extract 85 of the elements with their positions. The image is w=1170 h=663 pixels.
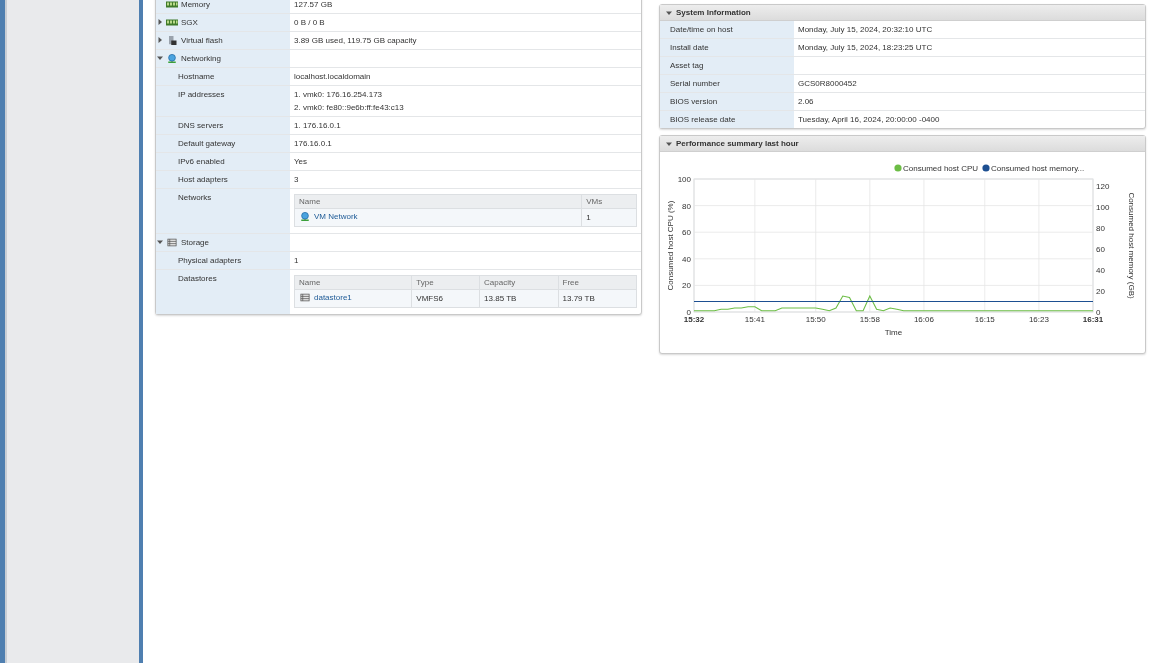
expanded-arrow-icon[interactable] bbox=[156, 55, 163, 61]
network-globe-icon bbox=[166, 54, 178, 63]
row-label: DNS servers bbox=[178, 121, 224, 130]
axis-tick-label: 120 bbox=[1096, 182, 1110, 192]
axis-title: Time bbox=[884, 328, 903, 337]
axis-tick-label: 60 bbox=[682, 228, 691, 238]
memory-module-icon bbox=[166, 18, 178, 27]
row-label: Asset tag bbox=[670, 61, 704, 70]
row-value: 1. 176.16.0.1 bbox=[294, 121, 341, 130]
row-label: Hostname bbox=[178, 72, 215, 81]
axis-tick-label: 100 bbox=[677, 175, 691, 184]
row-label: IPv6 enabled bbox=[178, 157, 225, 166]
axis-tick-label: 16:06 bbox=[913, 315, 934, 324]
row-label: Networks bbox=[178, 193, 212, 202]
row-value: Monday, July 15, 2024, 18:23:25 UTC bbox=[798, 43, 933, 52]
axis-tick-label: 15:58 bbox=[859, 315, 880, 324]
row-value: 1 bbox=[294, 256, 299, 265]
item-link[interactable]: VM Network bbox=[314, 212, 358, 221]
column-header[interactable]: VMs bbox=[581, 194, 637, 209]
collapsed-arrow-icon[interactable] bbox=[156, 19, 163, 25]
row-value: 2. vmk0: fe80::9e6b:ff:fe43:c13 bbox=[294, 103, 405, 112]
row-label: Host adapters bbox=[178, 175, 228, 184]
row-label: Storage bbox=[181, 238, 210, 247]
row-label: SGX bbox=[181, 18, 198, 27]
row-value: 3 bbox=[294, 175, 299, 184]
row-label: Physical adapters bbox=[178, 256, 242, 265]
row-value: 0 B / 0 B bbox=[294, 18, 325, 27]
axis-tick-label: 60 bbox=[1096, 245, 1105, 255]
axis-tick-label: 0 bbox=[1096, 308, 1101, 317]
row-label: Memory bbox=[181, 0, 210, 9]
row-label: BIOS version bbox=[670, 97, 718, 106]
column-header[interactable]: Capacity bbox=[479, 275, 558, 290]
axis-tick-label: 80 bbox=[1096, 224, 1105, 234]
row-value: Monday, July 15, 2024, 20:32:10 UTC bbox=[798, 25, 933, 34]
axis-tick-label: 0 bbox=[686, 308, 691, 317]
row-label: Install date bbox=[670, 43, 709, 52]
panel-header[interactable]: Performance summary last hour bbox=[660, 136, 1145, 152]
expanded-arrow-icon[interactable] bbox=[156, 239, 163, 245]
axis-tick-label: 80 bbox=[682, 201, 691, 211]
axis-tick-label: 15:50 bbox=[805, 315, 826, 324]
axis-title: Consumed host memory (GB) bbox=[1127, 192, 1136, 299]
column-header[interactable]: Free bbox=[558, 275, 637, 290]
panel-header[interactable]: System Information bbox=[660, 5, 1145, 21]
memory-module-icon bbox=[166, 0, 178, 9]
axis-title: Consumed host CPU (%) bbox=[666, 200, 675, 291]
row-label: Datastores bbox=[178, 274, 217, 283]
row-value: Yes bbox=[294, 157, 308, 166]
row-value: localhost.localdomain bbox=[294, 72, 371, 81]
collapsed-arrow-icon[interactable] bbox=[156, 37, 163, 43]
axis-tick-label: 15:41 bbox=[744, 315, 765, 324]
drive-icon bbox=[166, 36, 178, 45]
axis-tick-label: 40 bbox=[682, 254, 691, 264]
storage-icon bbox=[299, 293, 311, 302]
legend-item[interactable]: Consumed host CPU bbox=[894, 164, 979, 173]
row-value: 2.06 bbox=[798, 97, 814, 106]
column-header[interactable]: Name bbox=[294, 275, 412, 290]
axis-tick-label: 16:31 bbox=[1082, 315, 1104, 324]
axis-tick-label: 40 bbox=[1096, 266, 1105, 276]
axis-tick-label: 20 bbox=[682, 281, 691, 291]
row-label: Networking bbox=[181, 54, 221, 63]
item-link[interactable]: datastore1 bbox=[314, 293, 352, 302]
axis-tick-label: 100 bbox=[1096, 203, 1110, 213]
legend-item[interactable]: Consumed host memory... bbox=[982, 164, 1085, 173]
row-label: Virtual flash bbox=[181, 36, 223, 45]
row-value: 3.89 GB used, 119.75 GB capacity bbox=[294, 36, 417, 45]
row-label: Default gateway bbox=[178, 139, 236, 148]
row-value: Tuesday, April 16, 2024, 20:00:00 -0400 bbox=[798, 115, 940, 124]
row-label: IP addresses bbox=[178, 90, 225, 99]
expanded-arrow-icon[interactable] bbox=[666, 141, 672, 147]
axis-tick-label: 16:23 bbox=[1028, 315, 1049, 324]
row-value: 127.57 GB bbox=[294, 0, 333, 9]
column-header[interactable]: Type bbox=[411, 275, 480, 290]
row-value: 176.16.0.1 bbox=[294, 139, 332, 148]
row-label: BIOS release date bbox=[670, 115, 736, 124]
column-header[interactable]: Name bbox=[294, 194, 582, 209]
row-label: Date/time on host bbox=[670, 25, 733, 34]
storage-icon bbox=[166, 238, 178, 247]
axis-tick-label: 16:15 bbox=[974, 315, 995, 324]
expanded-arrow-icon[interactable] bbox=[666, 10, 672, 16]
row-value: GCS0R8000452 bbox=[798, 79, 857, 88]
row-value: 1. vmk0: 176.16.254.173 bbox=[294, 90, 384, 99]
row-label: Serial number bbox=[670, 79, 720, 88]
axis-tick-label: 20 bbox=[1096, 287, 1105, 297]
network-globe-icon bbox=[299, 212, 311, 221]
axis-tick-label: 15:32 bbox=[683, 315, 705, 324]
